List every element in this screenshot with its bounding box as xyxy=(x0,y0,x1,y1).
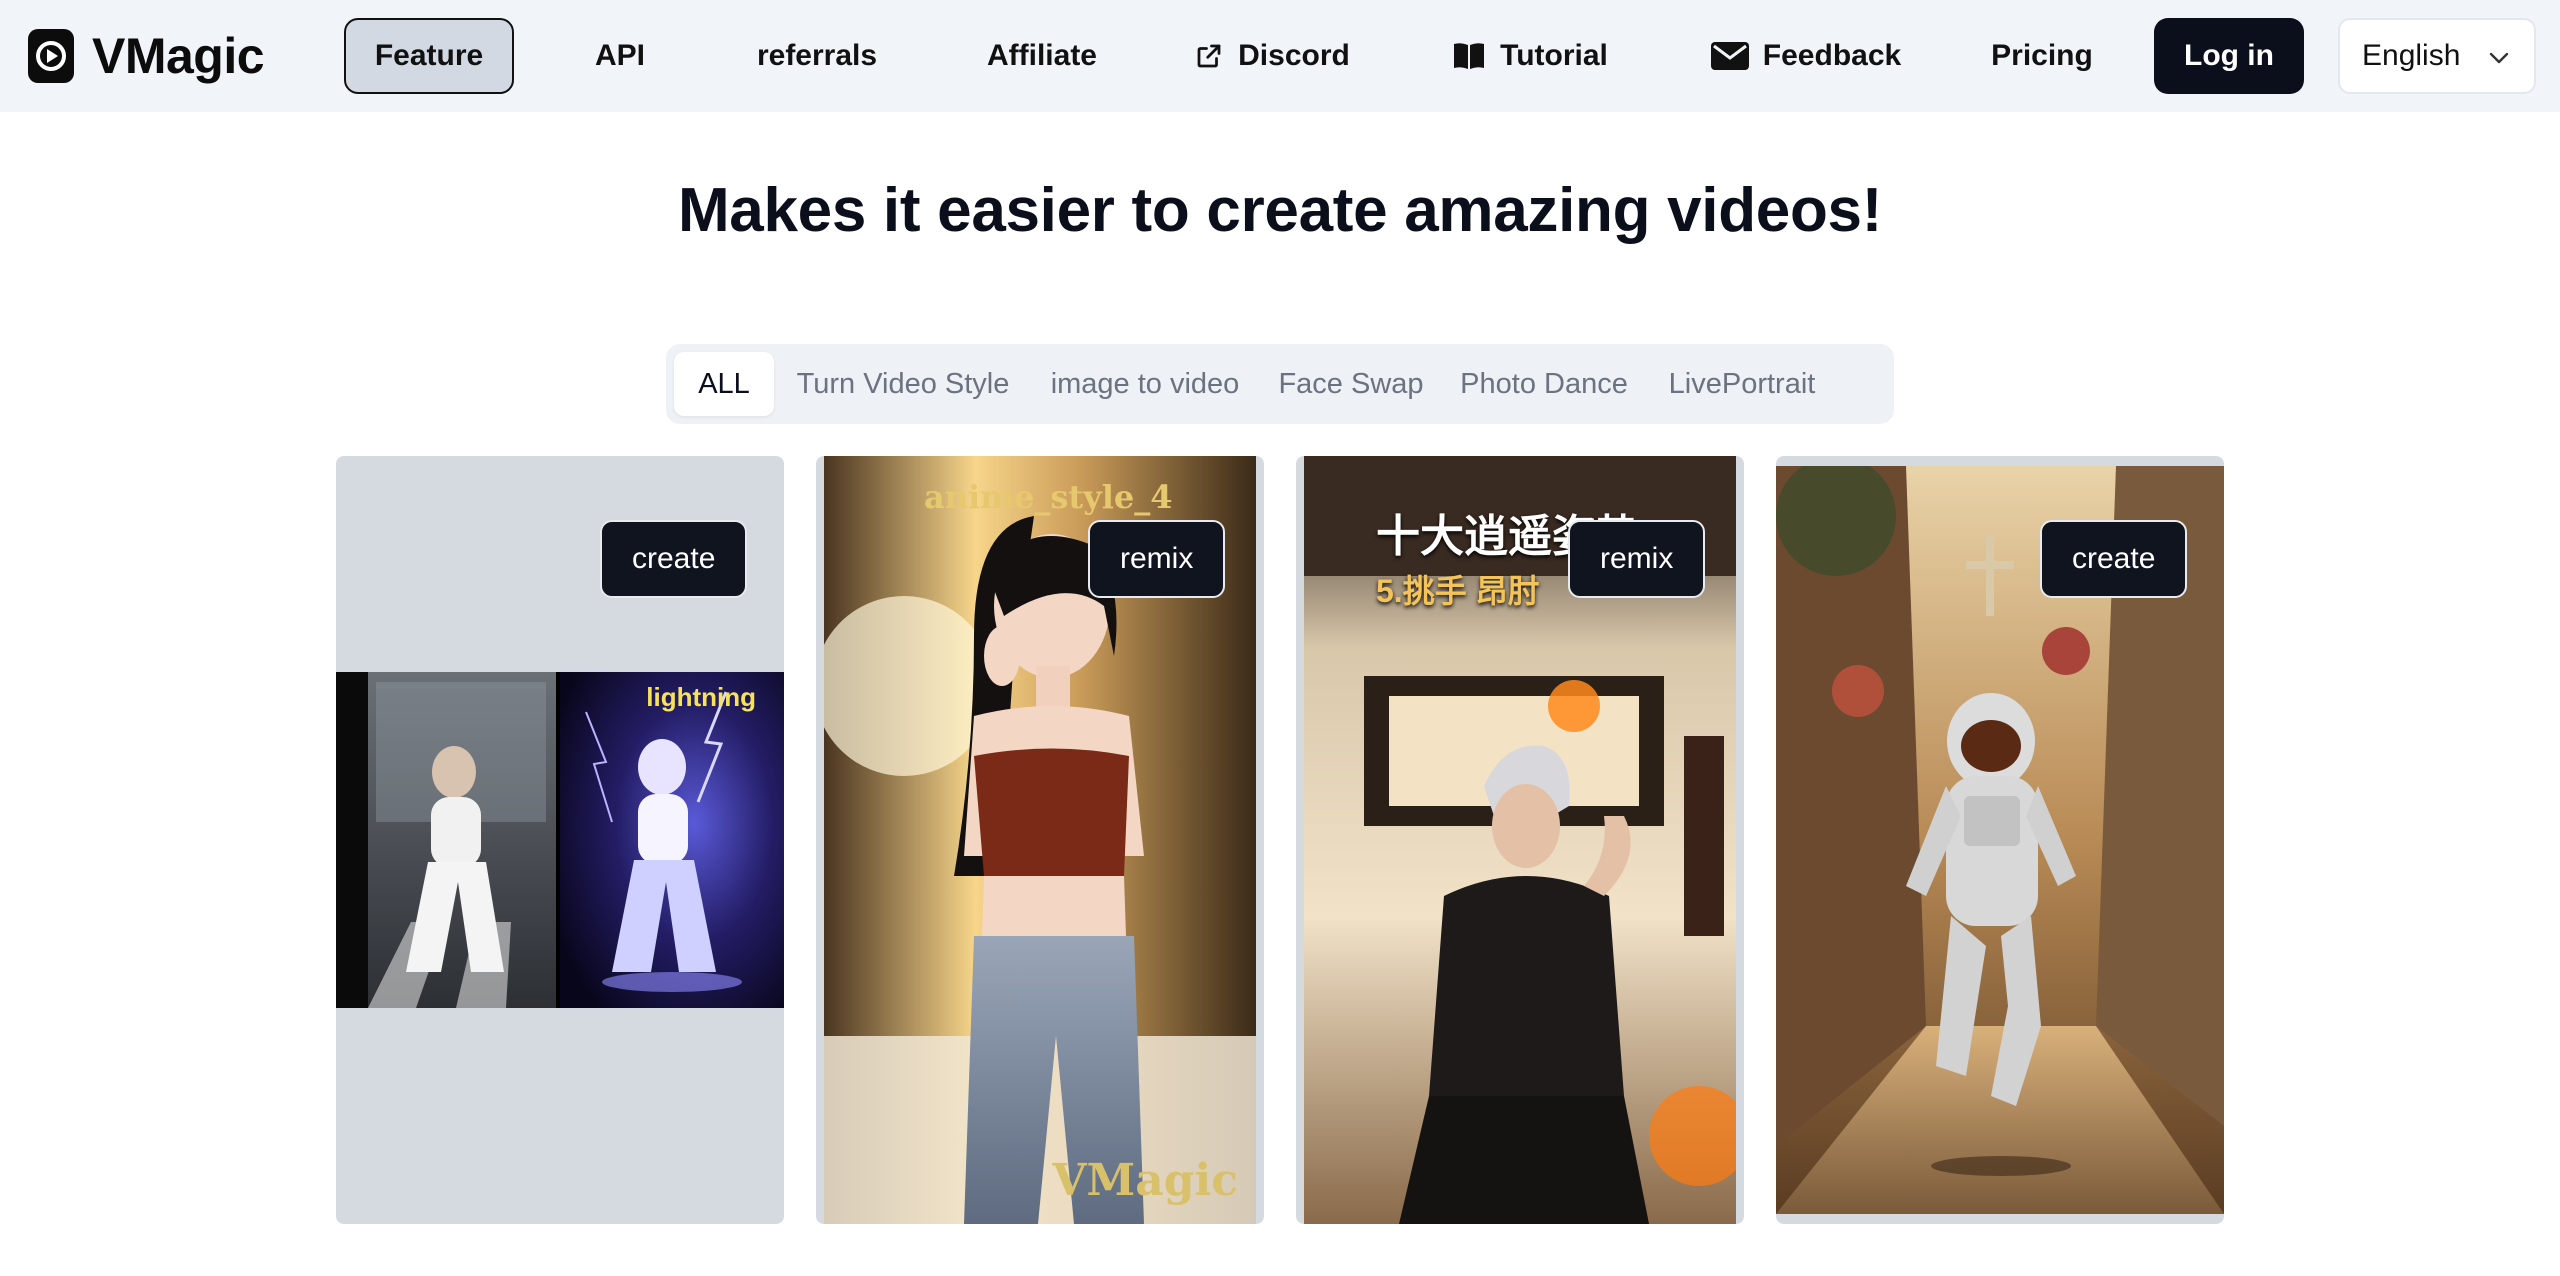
gallery-card[interactable]: create xyxy=(1776,456,2224,1224)
create-button[interactable]: create xyxy=(2040,520,2188,598)
video-thumbnail: lightning xyxy=(336,672,784,1008)
thumbnail-art xyxy=(336,672,784,1008)
lightning-caption: lightning xyxy=(646,682,756,712)
category-tabs: ALL Turn Video Style image to video Face… xyxy=(666,344,1894,424)
nav-pricing[interactable]: Pricing xyxy=(1980,18,2104,94)
nav-tutorial-label: Tutorial xyxy=(1500,39,1608,72)
brand-name: VMagic xyxy=(92,28,265,84)
nav-pricing-label: Pricing xyxy=(1991,39,2093,72)
mail-icon xyxy=(1710,42,1749,70)
tab-image-to-video[interactable]: image to video xyxy=(1032,352,1258,416)
language-select[interactable]: English xyxy=(2338,18,2536,94)
top-navbar: VMagic Feature API referrals Affiliate D… xyxy=(0,0,2560,112)
nav-referrals-label: referrals xyxy=(756,39,878,72)
create-button[interactable]: create xyxy=(600,520,748,598)
nav-feature-label: Feature xyxy=(374,39,484,72)
tab-all[interactable]: ALL xyxy=(674,352,774,416)
gallery-card[interactable]: lightning create xyxy=(336,456,784,1224)
page-title: Makes it easier to create amazing videos… xyxy=(677,176,1883,245)
nav-feedback[interactable]: Feedback xyxy=(1702,18,1910,94)
nav-api[interactable]: API xyxy=(568,18,672,94)
pose-name-caption: 5.挑手 昂肘 xyxy=(1376,573,1540,609)
remix-button[interactable]: remix xyxy=(1568,520,1706,598)
watermark-caption: VMagic xyxy=(1052,1155,1238,1206)
style-caption: anime_style_4 xyxy=(924,478,1173,516)
nav-feature[interactable]: Feature xyxy=(344,18,514,94)
external-link-icon xyxy=(1194,41,1224,71)
tab-liveportrait[interactable]: LivePortrait xyxy=(1654,352,1830,416)
gallery-card[interactable]: anime_style_4 VMagic remix xyxy=(816,456,1264,1224)
nav-affiliate[interactable]: Affiliate xyxy=(968,18,1116,94)
tab-photo-dance[interactable]: Photo Dance xyxy=(1444,352,1644,416)
tab-turn-video-style[interactable]: Turn Video Style xyxy=(784,352,1022,416)
brand-logo[interactable]: VMagic xyxy=(28,26,265,86)
tab-face-swap[interactable]: Face Swap xyxy=(1268,352,1434,416)
nav-api-label: API xyxy=(594,39,645,72)
nav-affiliate-label: Affiliate xyxy=(986,39,1097,72)
gallery-card[interactable]: 十大逍遥姿势 5.挑手 昂肘 remix xyxy=(1296,456,1744,1224)
nav-discord[interactable]: Discord xyxy=(1186,18,1358,94)
login-button[interactable]: Log in xyxy=(2154,18,2304,94)
chevron-down-icon xyxy=(2488,39,2510,73)
vmagic-logo-icon xyxy=(28,29,74,83)
language-value: English xyxy=(2362,39,2461,72)
remix-button[interactable]: remix xyxy=(1088,520,1226,598)
nav-referrals[interactable]: referrals xyxy=(736,18,898,94)
book-icon xyxy=(1452,41,1486,71)
nav-feedback-label: Feedback xyxy=(1762,39,1902,72)
nav-tutorial[interactable]: Tutorial xyxy=(1440,18,1620,94)
nav-discord-label: Discord xyxy=(1238,39,1350,72)
